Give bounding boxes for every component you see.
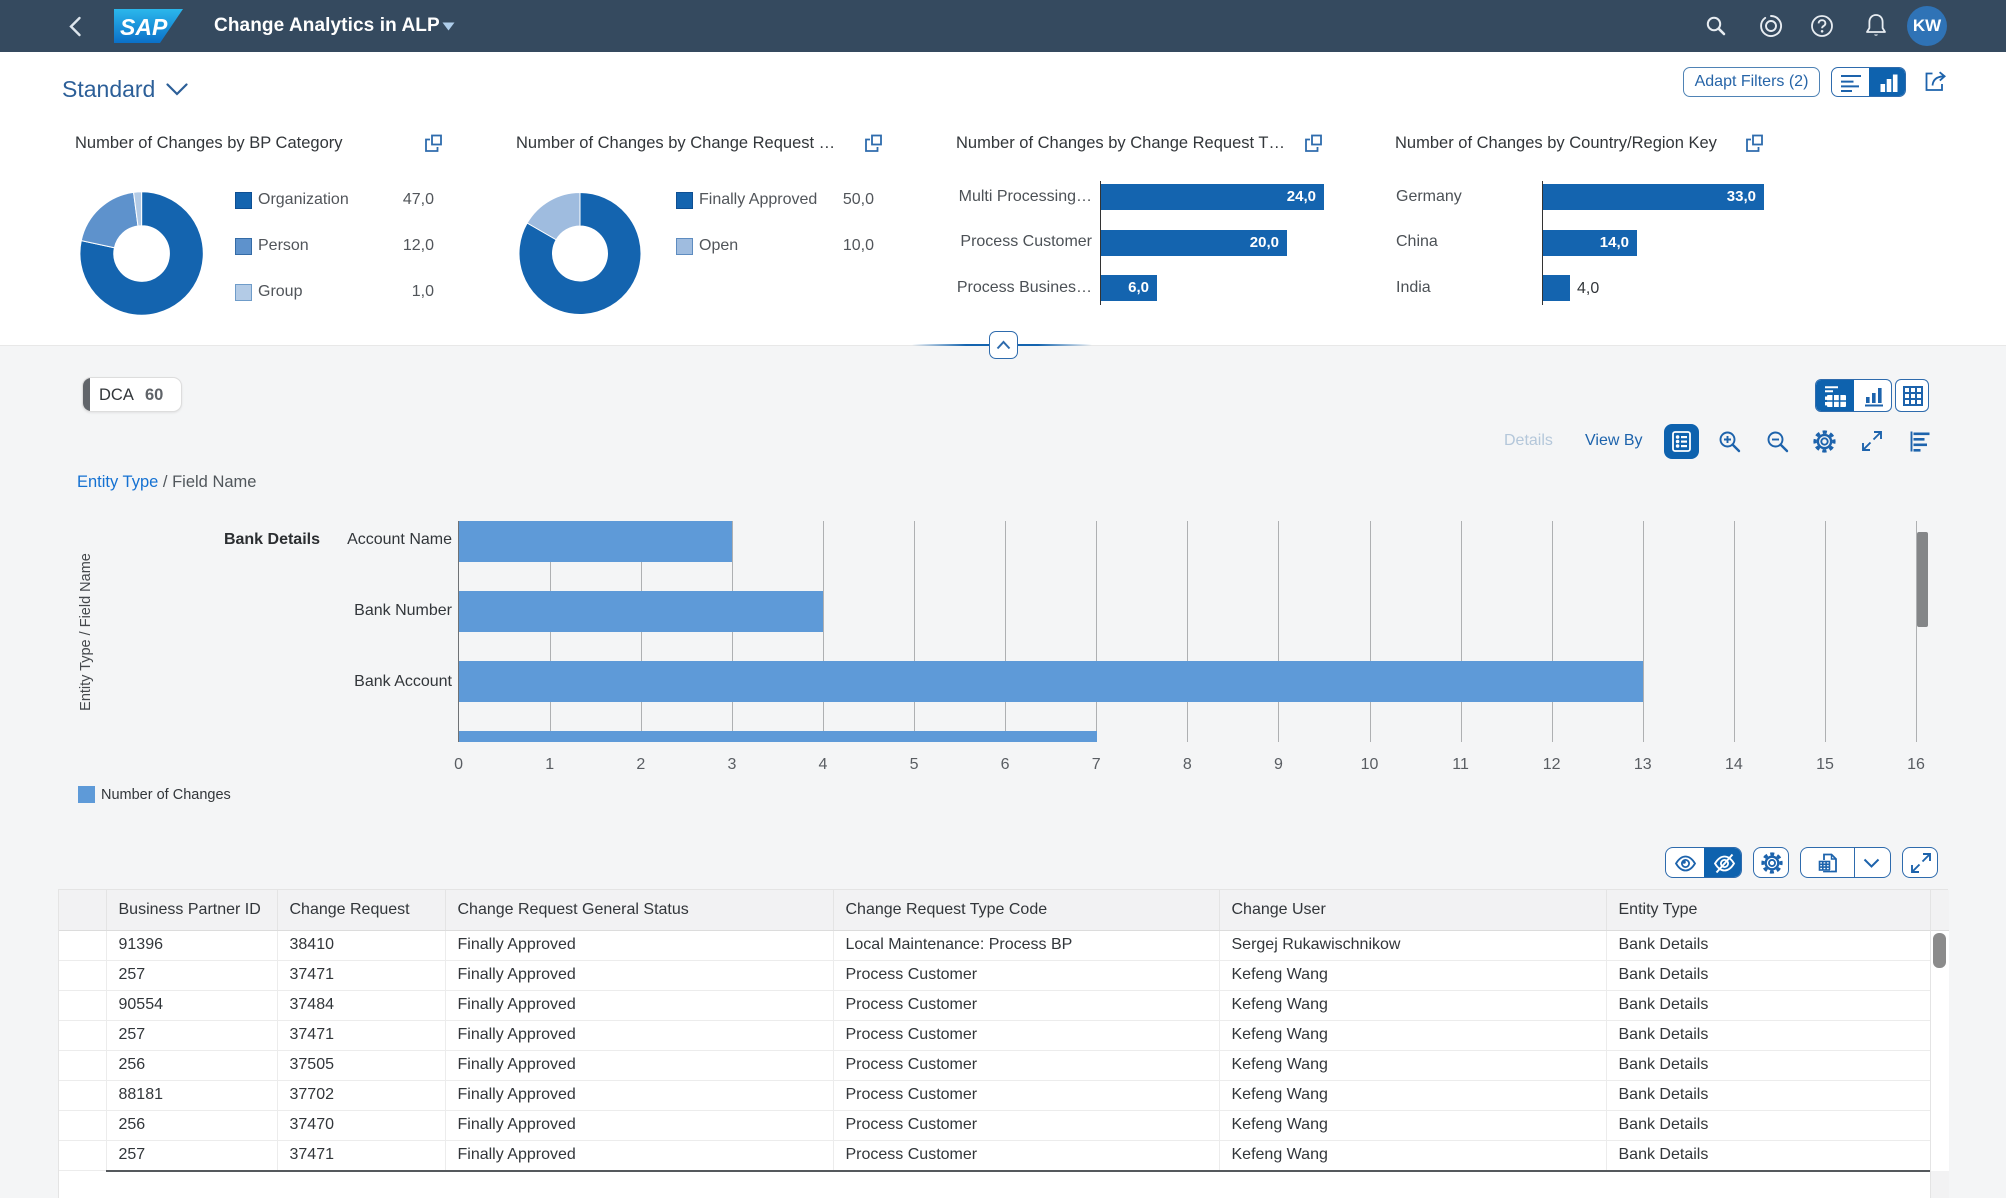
svg-text:SAP: SAP <box>120 14 168 40</box>
